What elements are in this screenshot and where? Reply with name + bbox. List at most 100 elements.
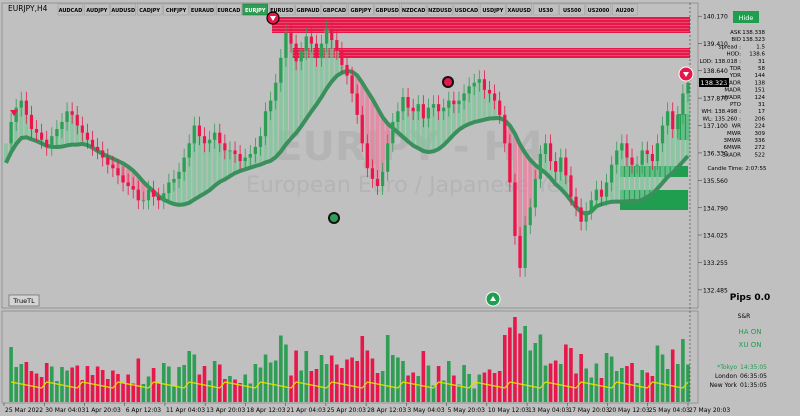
symbol-tab-label: GBPUSD (376, 8, 399, 14)
candle-body (304, 36, 308, 51)
symbol-tab-label: EURCAD (217, 8, 240, 14)
candle-body (513, 182, 517, 236)
candle-body (538, 154, 543, 179)
candle-body (655, 143, 660, 162)
volume-bar (350, 357, 354, 402)
stat-value: 17 (758, 109, 765, 115)
volume-bar (121, 383, 125, 402)
candle-body (660, 125, 665, 144)
symbol-tab-label: USDJPY (482, 8, 503, 14)
stat-label: 6MWR (723, 145, 741, 151)
price-tick-label: 134.790 (703, 205, 728, 212)
volume-bar (411, 372, 415, 402)
candle-body (299, 50, 303, 62)
ha-status[interactable]: HA ON (738, 328, 761, 336)
stat-label: spread : (719, 44, 741, 50)
date-tick-label: 13 May 04:03 (528, 407, 569, 414)
stat-value: 206 (755, 116, 766, 122)
volume-bar (472, 388, 477, 402)
candle-body (182, 157, 186, 172)
candle-body (75, 114, 79, 126)
candle-body (671, 111, 675, 130)
candle-body (294, 43, 298, 62)
candle-body (29, 114, 34, 130)
stat-label: 3xADR (722, 152, 741, 158)
price-tick-label: 138.640 (703, 68, 728, 75)
volume-bar (620, 368, 624, 402)
volume-bar (355, 361, 359, 402)
candle-body (116, 168, 120, 176)
volume-bar (513, 317, 517, 402)
volume-bar (116, 374, 120, 402)
sell-signal-icon (442, 76, 454, 88)
volume-bar (426, 365, 431, 402)
volume-bar (502, 335, 507, 402)
symbol-tab-label: US2000 (588, 8, 610, 14)
candle-body (635, 164, 639, 166)
candle-body (162, 193, 166, 201)
xu-status[interactable]: XU ON (739, 341, 762, 349)
volume-bar (462, 365, 466, 402)
volume-bar (202, 366, 207, 402)
volume-bar (126, 374, 130, 402)
candle-body (462, 93, 466, 101)
candle-body (401, 97, 405, 112)
candle-body (518, 235, 522, 268)
volume-bar (197, 374, 202, 402)
date-tick-label: 30 Mar 04:03 (45, 407, 85, 414)
candle-body (314, 43, 319, 58)
candle-body (309, 36, 313, 44)
candle-body (594, 189, 598, 201)
volume-bar (70, 367, 74, 402)
symbol-tab-label: GBPJPY (350, 8, 371, 14)
stat-label: WADR (724, 80, 741, 86)
volume-bar (279, 335, 283, 402)
symbol-tab-label: USDCAD (455, 8, 479, 14)
candle-body (528, 207, 532, 226)
candle-body (274, 82, 278, 101)
volume-bar (630, 363, 634, 402)
symbol-tab-label: AU200 (616, 8, 635, 14)
date-tick-label: 10 May 12:03 (488, 407, 529, 414)
session-time: 01:35:05 (740, 382, 767, 389)
volume-bar (375, 373, 380, 402)
date-tick-label: 5 May 20:03 (448, 407, 486, 414)
candle-body (111, 164, 115, 169)
stat-label: YDR (729, 73, 742, 79)
stat-label: WR (732, 124, 741, 130)
date-tick-label: 25 May 04:03 (649, 407, 690, 414)
volume-bar (309, 371, 314, 402)
candle-body (386, 143, 390, 172)
volume-bar (294, 350, 298, 402)
volume-bar (131, 383, 136, 402)
volume-bar (192, 354, 197, 402)
stat-label: MWR (727, 131, 741, 137)
volume-bar (380, 371, 385, 402)
date-tick-label: 25 Apr 20:03 (327, 407, 366, 414)
stat-value: 151 (755, 88, 766, 94)
stat-label: TDR (729, 66, 742, 72)
candle-body (45, 139, 49, 147)
volume-bar (75, 365, 80, 402)
candle-body (431, 104, 436, 108)
candle-body (365, 143, 369, 169)
candle-body (335, 40, 339, 51)
sr-title: S&R (738, 313, 751, 320)
candle-body (50, 136, 54, 147)
candle-body (177, 171, 181, 179)
session-time: 06:35:05 (740, 373, 767, 380)
candle-body (610, 164, 614, 183)
stat-value: 224 (755, 124, 766, 130)
candle-body (279, 57, 283, 83)
date-tick-label: 3 May 04:03 (407, 407, 445, 414)
session-name: London (715, 373, 737, 380)
price-tick-label: 140.170 (703, 14, 728, 21)
volume-bar (508, 327, 512, 402)
volume-bar (340, 368, 344, 402)
volume-bar (518, 333, 522, 402)
hide-button-label: Hide (739, 14, 754, 22)
candle-body (533, 178, 537, 208)
candle-body (625, 143, 629, 158)
date-tick-label: 27 May 20:03 (689, 407, 730, 414)
stat-label: ASK (730, 30, 741, 36)
